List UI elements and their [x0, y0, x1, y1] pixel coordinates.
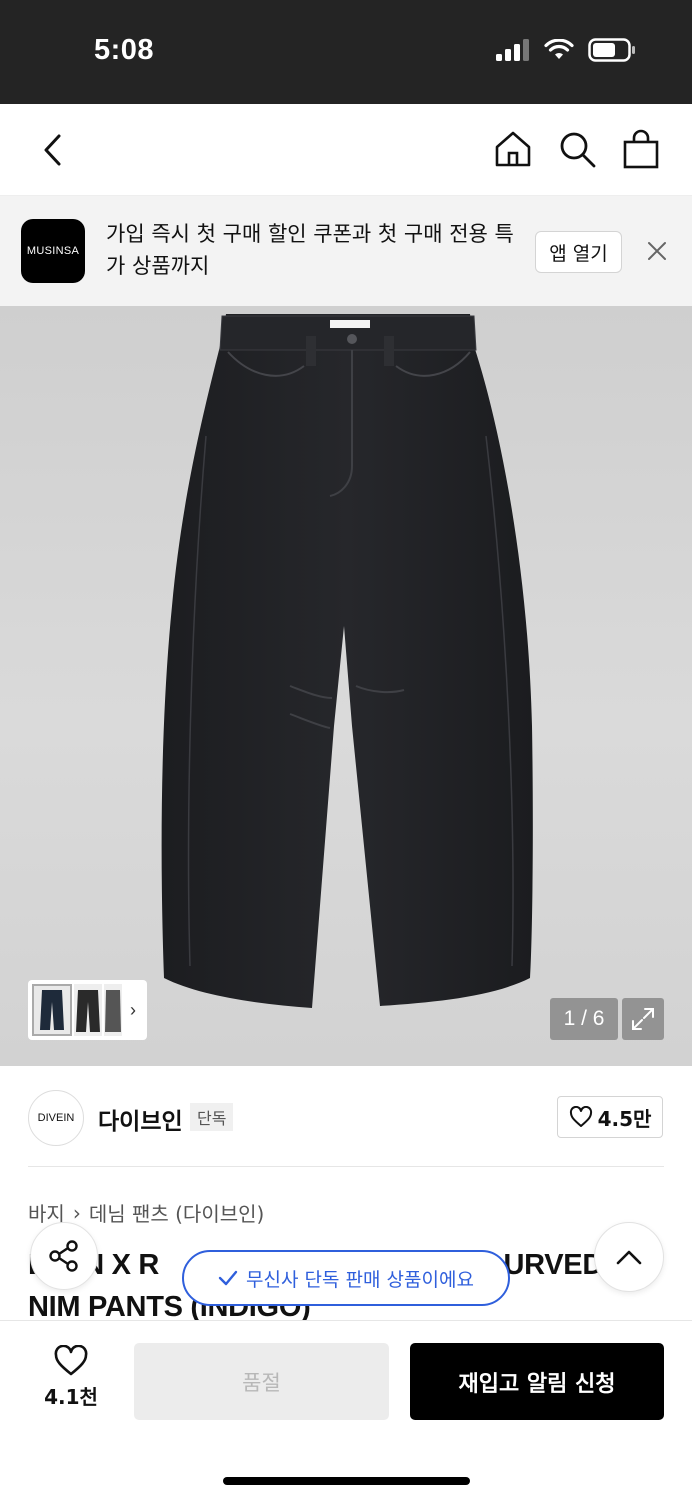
scroll-top-button[interactable]: [594, 1222, 664, 1292]
breadcrumb-item-subcategory[interactable]: 데님 팬츠 (다이브인): [89, 1198, 265, 1227]
battery-icon: [588, 38, 635, 62]
exclusive-toast: 무신사 단독 판매 상품이에요: [182, 1250, 510, 1306]
status-time: 5:08: [94, 34, 155, 66]
search-button[interactable]: [556, 128, 598, 170]
expand-image-button[interactable]: [622, 998, 664, 1040]
cart-button[interactable]: [620, 128, 662, 170]
close-icon: [648, 242, 666, 260]
thumbnail-1[interactable]: [32, 984, 72, 1036]
brand-like-count: 4.5만: [597, 1106, 652, 1131]
brand-like-button[interactable]: 4.5만: [557, 1096, 663, 1138]
thumbnail-jeans-icon: [76, 990, 100, 1032]
signal-icon: [496, 39, 529, 61]
banner-message: 가입 즉시 첫 구매 할인 쿠폰과 첫 구매 전용 특가 상품까지: [106, 222, 514, 278]
heart-icon: [569, 1106, 592, 1127]
chevron-left-icon: [44, 134, 61, 166]
wishlist-button[interactable]: 4.1천: [36, 1345, 106, 1410]
chevron-right-icon[interactable]: ›: [130, 1000, 136, 1021]
wishlist-count: 4.1천: [44, 1385, 98, 1409]
back-button[interactable]: [30, 128, 74, 172]
soldout-button: 품절: [134, 1343, 389, 1420]
thumbnail-jeans-icon: [105, 990, 121, 1032]
product-title-line1-end: URVED: [503, 1249, 604, 1281]
chevron-right-icon: ›: [72, 1200, 81, 1225]
product-gallery[interactable]: › 1 / 6: [0, 306, 692, 1066]
home-button[interactable]: [492, 128, 534, 170]
app-install-banner: MUSINSA 가입 즉시 첫 구매 할인 쿠폰과 첫 구매 전용 특가 상품까…: [0, 196, 692, 306]
brand-name[interactable]: 다이브인: [98, 1102, 183, 1136]
heart-icon: [54, 1345, 88, 1376]
divider: [28, 1166, 664, 1167]
open-app-button[interactable]: 앱 열기: [535, 231, 622, 273]
exclusive-badge: 단독: [190, 1103, 234, 1131]
brand-row: DIVEIN 다이브인 단독 4.5만: [0, 1066, 692, 1166]
wifi-icon: [544, 39, 574, 59]
status-bar: 5:08: [0, 0, 692, 104]
bottom-action-bar: 4.1천 품절 재입고 알림 신청: [0, 1320, 692, 1500]
chevron-up-icon: [616, 1250, 642, 1265]
nav-bar: [0, 104, 692, 196]
status-icons: [496, 38, 636, 62]
image-page-counter: 1 / 6: [550, 998, 618, 1040]
shopping-bag-icon: [623, 129, 659, 169]
search-icon: [560, 132, 596, 168]
thumbnail-strip[interactable]: ›: [28, 980, 147, 1040]
home-icon: [495, 131, 531, 167]
musinsa-logo: MUSINSA: [21, 219, 85, 283]
check-icon: [218, 1270, 238, 1286]
share-icon: [49, 1240, 78, 1272]
brand-logo[interactable]: DIVEIN: [28, 1090, 84, 1146]
home-indicator: [223, 1477, 470, 1485]
thumbnail-jeans-icon: [40, 990, 64, 1030]
expand-icon: [632, 1008, 654, 1030]
restock-alert-button[interactable]: 재입고 알림 신청: [410, 1343, 664, 1420]
close-banner-button[interactable]: [642, 236, 672, 266]
thumbnail-3[interactable]: [104, 984, 122, 1036]
product-image[interactable]: [0, 306, 692, 1066]
toast-text: 무신사 단독 판매 상품이에요: [246, 1268, 474, 1291]
nav-actions: [492, 128, 662, 170]
thumbnail-2[interactable]: [74, 984, 102, 1036]
share-button[interactable]: [30, 1222, 98, 1290]
